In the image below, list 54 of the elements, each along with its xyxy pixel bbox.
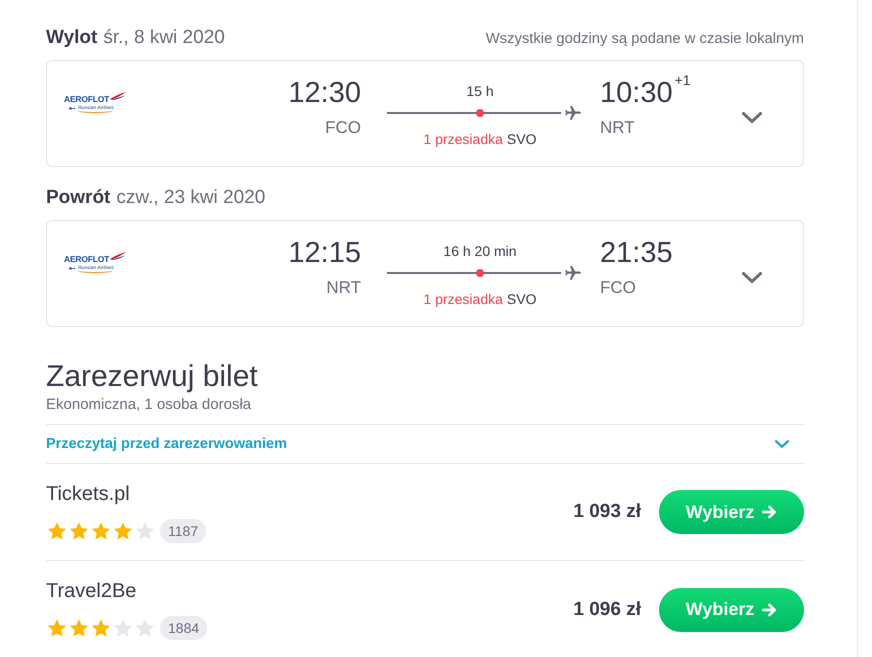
- arrival-airport: FCO: [600, 277, 636, 299]
- arrival-time: 10:30: [600, 76, 673, 110]
- arrival-airport: NRT: [600, 117, 635, 139]
- star-icon: [92, 522, 110, 540]
- provider-name: Tickets.pl: [46, 482, 130, 506]
- chevron-icon[interactable]: [775, 440, 789, 448]
- stops-label: 1 przesiadka: [424, 290, 503, 308]
- wing-icon: [110, 92, 126, 100]
- arrow-right-icon: [762, 505, 778, 519]
- review-count: 1187: [160, 519, 206, 543]
- star-icon: [114, 619, 132, 637]
- read-before-booking-link[interactable]: Przeczytaj przed zarezerwowaniem: [46, 435, 287, 453]
- select-offer-button[interactable]: Wybierz: [659, 490, 804, 534]
- direction-label: Wylot: [46, 26, 98, 50]
- review-count: 1884: [160, 616, 208, 640]
- arrival-time: 21:35: [600, 236, 673, 270]
- provider-name: Travel2Be: [46, 579, 136, 603]
- timezone-note: Wszystkie godziny są podane w czasie lokalnym: [486, 30, 804, 48]
- offer-price: 1 096 zł: [573, 598, 641, 620]
- flight-date: śr., 8 kwi 2020: [103, 26, 225, 50]
- swoosh-icon: [78, 271, 112, 274]
- airplane-icon: [565, 106, 581, 120]
- chevron-icon[interactable]: [742, 112, 762, 123]
- stops-label: 1 przesiadka: [424, 130, 503, 148]
- airplane-icon: [565, 266, 581, 280]
- day-offset: +1: [674, 72, 691, 88]
- star-icon: [92, 619, 110, 637]
- flight-date: czw., 23 kwi 2020: [116, 186, 266, 210]
- departure-airport: NRT: [326, 277, 361, 299]
- direction-label: Powrót: [46, 186, 110, 210]
- flight-duration: 15 h: [466, 82, 494, 100]
- chevron-icon[interactable]: [742, 272, 762, 283]
- departure-time: 12:15: [288, 236, 361, 270]
- star-icon: [114, 522, 132, 540]
- airline-wordmark: AEROFLOT: [64, 95, 110, 104]
- stop-airport: SVO: [506, 130, 536, 148]
- departure-airport: FCO: [325, 117, 361, 139]
- stop-airport: SVO: [506, 290, 536, 308]
- star-icon: [70, 522, 88, 540]
- swoosh-icon: [78, 111, 112, 114]
- star-icon: [48, 619, 66, 637]
- star-icon: [70, 619, 88, 637]
- select-offer-button[interactable]: Wybierz: [659, 588, 804, 632]
- airline-wordmark: AEROFLOT: [64, 255, 110, 264]
- booking-summary: Ekonomiczna, 1 osoba dorosła: [46, 396, 252, 414]
- star-icon: [136, 522, 154, 540]
- flight-duration: 16 h 20 min: [443, 242, 517, 260]
- departure-time: 12:30: [288, 76, 361, 110]
- wing-icon: [110, 252, 126, 260]
- section-title: Zarezerwuj bilet: [46, 359, 258, 394]
- offer-price: 1 093 zł: [573, 501, 641, 523]
- star-icon: [136, 619, 154, 637]
- arrow-right-icon: [762, 602, 778, 616]
- star-icon: [48, 522, 66, 540]
